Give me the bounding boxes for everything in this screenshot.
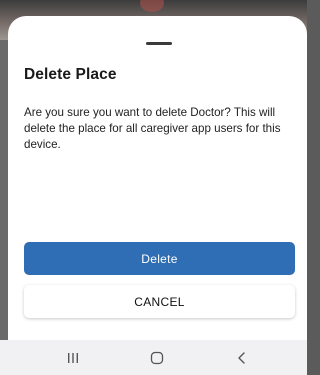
system-navigation-bar (0, 340, 307, 375)
recents-button[interactable] (43, 340, 103, 375)
home-button[interactable] (127, 340, 187, 375)
recents-icon (68, 352, 78, 363)
background-map-marker (140, 0, 164, 12)
back-button[interactable] (212, 340, 272, 375)
drag-handle[interactable] (146, 42, 172, 45)
cancel-button[interactable]: CANCEL (24, 285, 295, 318)
dialog-message: Are you sure you want to delete Doctor? … (24, 106, 281, 151)
home-icon (150, 351, 164, 364)
delete-button[interactable]: Delete (24, 242, 295, 275)
back-icon (238, 351, 245, 364)
dialog-title: Delete Place (24, 66, 117, 83)
delete-place-bottom-sheet: Delete Place Are you sure you want to de… (8, 16, 307, 340)
screen: Delete Place Are you sure you want to de… (0, 0, 307, 375)
